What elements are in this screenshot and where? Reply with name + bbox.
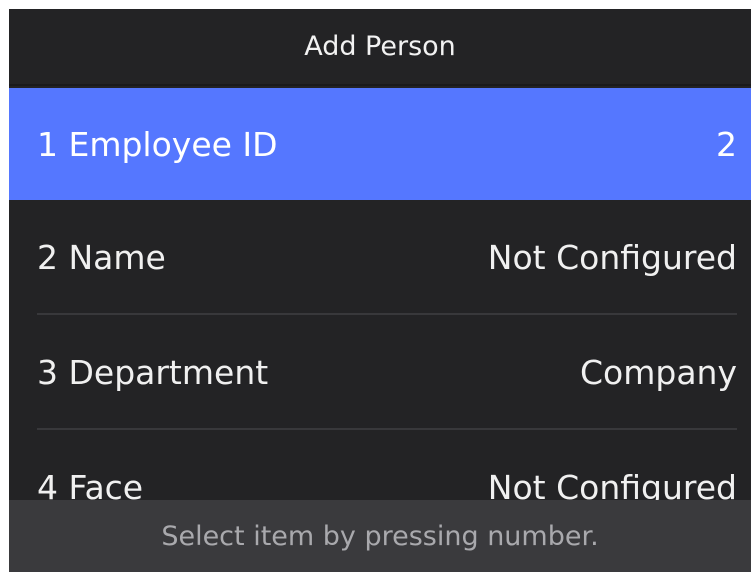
menu-item-value: 2 bbox=[716, 124, 737, 164]
menu-item-label: 1 Employee ID bbox=[37, 124, 278, 164]
menu-list: 1 Employee ID 2 2 Name Not Configured 3 … bbox=[9, 88, 751, 500]
menu-item-value: Company bbox=[580, 353, 737, 392]
menu-item-face[interactable]: 4 Face Not Configured bbox=[9, 430, 751, 500]
menu-item-label: 2 Name bbox=[37, 238, 166, 277]
device-screen: Add Person 1 Employee ID 2 2 Name Not Co… bbox=[9, 9, 751, 572]
menu-item-name[interactable]: 2 Name Not Configured bbox=[9, 200, 751, 315]
hint-bar: Select item by pressing number. bbox=[9, 500, 751, 572]
menu-item-value: Not Configured bbox=[487, 468, 737, 500]
menu-item-department[interactable]: 3 Department Company bbox=[9, 315, 751, 430]
menu-item-employee-id[interactable]: 1 Employee ID 2 bbox=[9, 88, 751, 200]
page-title: Add Person bbox=[9, 9, 751, 86]
menu-item-value: Not Configured bbox=[487, 238, 737, 277]
menu-item-label: 3 Department bbox=[37, 353, 269, 392]
menu-item-label: 4 Face bbox=[37, 468, 144, 500]
